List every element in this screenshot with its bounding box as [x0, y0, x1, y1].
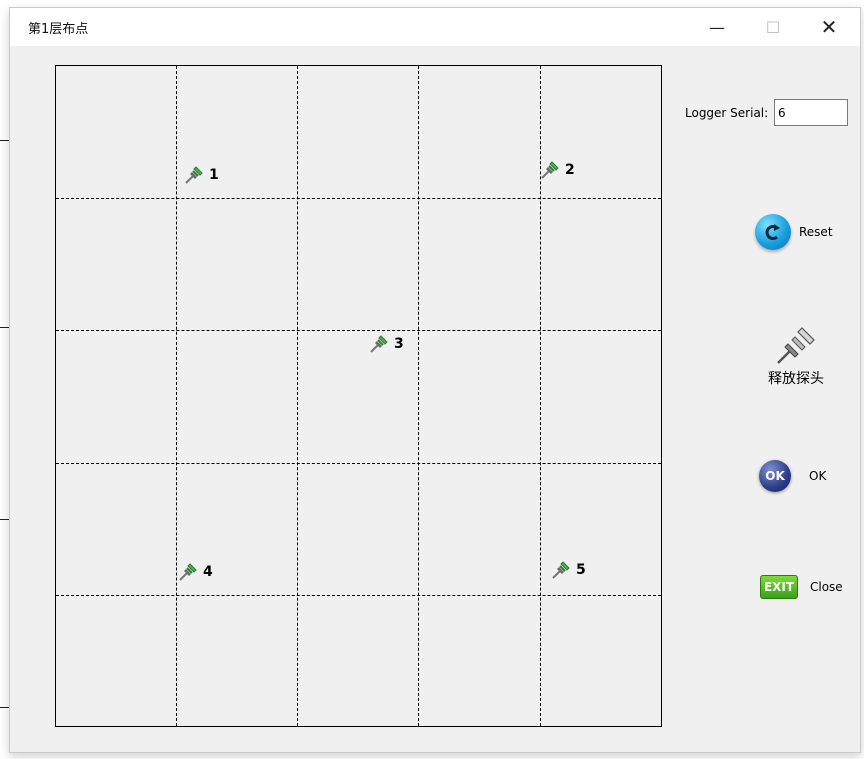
- probe-label: 2: [565, 162, 575, 178]
- pushpin-icon: [370, 335, 388, 353]
- ok-button[interactable]: OK OK: [759, 460, 826, 492]
- grid-line: [56, 595, 661, 596]
- pushpin-icon: [185, 166, 203, 184]
- grid-line: [56, 198, 661, 199]
- pushpin-icon: [541, 161, 559, 179]
- probe-marker-3[interactable]: 3: [368, 333, 404, 355]
- title-bar: 第1层布点 — ☐ ✕: [10, 8, 860, 46]
- reset-arrow-icon: [755, 214, 791, 250]
- probe-marker-5[interactable]: 5: [550, 559, 586, 581]
- release-probe-button[interactable]: 释放探头: [768, 324, 824, 388]
- maximize-button[interactable]: ☐: [750, 8, 796, 46]
- probe-marker-2[interactable]: 2: [539, 159, 575, 181]
- reset-label: Reset: [799, 225, 833, 239]
- probe-label: 5: [576, 562, 586, 578]
- probe-label: 1: [209, 167, 219, 183]
- grid-line: [56, 330, 661, 331]
- layout-window: 第1层布点 — ☐ ✕ 1 2 3 4 5 Logger Serial: 6 R…: [9, 7, 861, 753]
- window-title: 第1层布点: [28, 22, 89, 37]
- probe-label: 4: [203, 564, 213, 580]
- release-probe-label: 释放探头: [768, 371, 824, 387]
- ok-label: OK: [809, 469, 827, 483]
- probe-label: 3: [394, 336, 404, 352]
- close-window-button[interactable]: ✕: [806, 8, 852, 46]
- grid-line: [176, 66, 177, 726]
- probe-marker-1[interactable]: 1: [183, 164, 219, 186]
- grid-line: [297, 66, 298, 726]
- pushpin-icon: [777, 327, 815, 364]
- probe-layout-grid[interactable]: 1 2 3 4 5: [55, 65, 662, 727]
- reset-button[interactable]: Reset: [755, 214, 833, 250]
- grid-line: [56, 463, 661, 464]
- close-button[interactable]: EXIT Close: [760, 575, 843, 599]
- probe-marker-4[interactable]: 4: [177, 561, 213, 583]
- close-label: Close: [810, 580, 843, 594]
- minimize-button[interactable]: —: [694, 8, 740, 46]
- ok-badge-icon: OK: [759, 460, 791, 492]
- grid-line: [418, 66, 419, 726]
- pushpin-icon: [552, 561, 570, 579]
- exit-sign-icon: EXIT: [760, 575, 798, 599]
- logger-serial-label: Logger Serial:: [685, 106, 769, 120]
- pushpin-icon: [179, 563, 197, 581]
- logger-serial-input[interactable]: [774, 99, 848, 126]
